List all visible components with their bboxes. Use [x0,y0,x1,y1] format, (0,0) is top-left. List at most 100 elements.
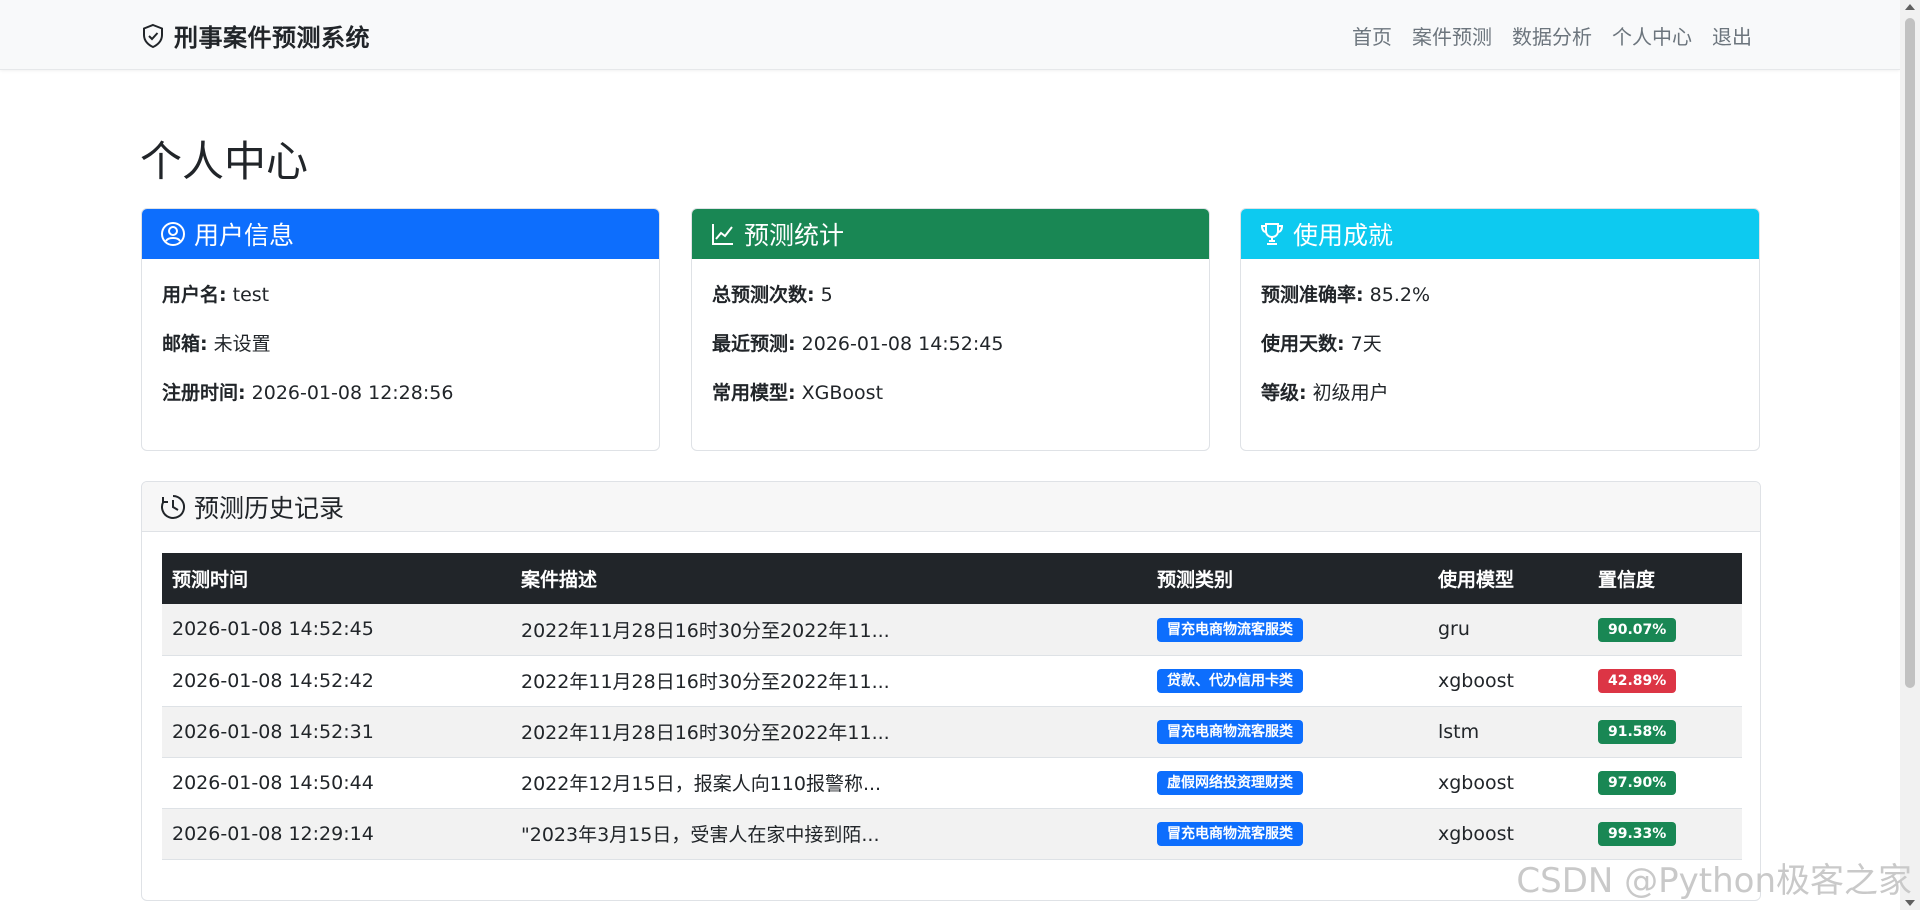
cell-confidence: 90.07% [1588,604,1742,655]
stats-row: 最近预测: 2026-01-08 14:52:45 [712,330,1189,358]
viewport: 刑事案件预测系统 首页 案件预测 数据分析 个人中心 退出 个人中心 用户信息 … [0,0,1920,910]
brand-title: 刑事案件预测系统 [174,24,370,52]
achievement-label: 等级: [1261,382,1307,404]
cell-category: 虚假网络投资理财类 [1147,757,1428,808]
achievement-value: 初级用户 [1306,382,1389,404]
info-value: 2026-01-08 12:28:56 [245,382,454,404]
nav-links: 首页 案件预测 数据分析 个人中心 退出 [1332,21,1752,50]
trophy-icon [1260,223,1284,245]
cell-model: xgboost [1438,771,1514,794]
brand[interactable]: 刑事案件预测系统 [141,18,370,53]
column-header-confidence: 置信度 [1598,569,1656,591]
stats-label: 最近预测: [712,333,796,355]
confidence-badge: 99.33% [1598,822,1677,846]
stats-body: 总预测次数: 5 最近预测: 2026-01-08 14:52:45 常用模型:… [692,259,1209,450]
cell-confidence: 99.33% [1588,808,1742,859]
stats-value: XGBoost [795,382,884,404]
user-info-body: 用户名: test 邮箱: 未设置 注册时间: 2026-01-08 12:28… [142,259,659,450]
line-chart-icon [712,224,733,245]
cell-desc: 2022年11月28日16时30分至2022年11... [521,722,890,744]
category-badge: 贷款、代办信用卡类 [1157,669,1303,693]
table-row[interactable]: 2026-01-08 14:52:42 2022年11月28日16时30分至20… [162,655,1742,706]
cell-desc: 2022年11月28日16时30分至2022年11... [521,619,890,642]
scroll-thumb[interactable] [1905,18,1915,688]
stats-value: 5 [814,284,833,306]
info-row: 注册时间: 2026-01-08 12:28:56 [162,379,639,407]
cell-category: 冒充电商物流客服类 [1147,706,1428,757]
achievements-header: 使用成就 [1241,209,1759,259]
achievement-row: 使用天数: 7天 [1261,330,1739,358]
history-table: 预测时间 案件描述 预测类别 使用模型 置信度 2026-01-08 14:52… [162,553,1742,860]
stats-row: 总预测次数: 5 [712,281,1189,309]
achievement-value: 7天 [1344,333,1382,355]
cell-time: 2026-01-08 12:29:14 [172,822,374,845]
cell-model: lstm [1438,720,1480,743]
cell-model: xgboost [1438,669,1514,692]
cell-time: 2026-01-08 14:52:45 [172,618,374,641]
history-header: 预测历史记录 [142,482,1760,532]
achievement-label: 使用天数: [1261,333,1345,355]
info-label: 用户名: [162,284,227,306]
cell-desc: 2022年11月28日16时30分至2022年11... [521,671,890,693]
category-badge: 虚假网络投资理财类 [1157,771,1303,795]
column-header-model: 使用模型 [1438,569,1515,591]
cell-time: 2026-01-08 14:50:44 [172,771,374,794]
user-info-card: 用户信息 用户名: test 邮箱: 未设置 注册时间: 2026-01-08 … [141,208,660,451]
info-row: 用户名: test [162,281,639,309]
nav-link-logout[interactable]: 退出 [1712,21,1752,50]
info-label: 注册时间: [162,382,246,404]
cell-confidence: 91.58% [1588,706,1742,757]
nav-link-home[interactable]: 首页 [1352,21,1392,50]
column-header-category: 预测类别 [1157,569,1234,591]
achievements-title: 使用成就 [1293,221,1394,250]
achievements-body: 预测准确率: 85.2% 使用天数: 7天 等级: 初级用户 [1241,259,1759,450]
history-title: 预测历史记录 [194,493,345,523]
achievement-row: 等级: 初级用户 [1261,379,1739,407]
table-row[interactable]: 2026-01-08 14:50:44 2022年12月15日，报案人向110报… [162,757,1742,808]
table-row[interactable]: 2026-01-08 14:52:45 2022年11月28日16时30分至20… [162,604,1742,655]
nav-link-predict[interactable]: 案件预测 [1412,21,1492,50]
clock-history-icon [161,494,185,519]
stats-value: 2026-01-08 14:52:45 [795,333,1004,355]
user-info-header: 用户信息 [142,209,659,259]
user-circle-icon [161,222,185,246]
category-badge: 冒充电商物流客服类 [1157,720,1303,744]
table-header-row: 预测时间 案件描述 预测类别 使用模型 置信度 [162,553,1742,604]
achievement-row: 预测准确率: 85.2% [1261,281,1739,309]
shield-icon [143,23,163,48]
category-badge: 冒充电商物流客服类 [1157,617,1303,642]
cell-confidence: 42.89% [1588,655,1742,706]
stats-card: 预测统计 总预测次数: 5 最近预测: 2026-01-08 14:52:45 … [691,208,1210,451]
cell-model: gru [1438,618,1470,641]
vertical-scrollbar[interactable] [1900,0,1920,910]
stats-title: 预测统计 [744,221,845,250]
table-row[interactable]: 2026-01-08 12:29:14 "2023年3月15日，受害人在家中接到… [162,808,1742,859]
column-header-time: 预测时间 [172,569,249,591]
info-value: 未设置 [207,333,271,355]
cell-desc: "2023年3月15日，受害人在家中接到陌... [521,824,880,846]
achievements-card: 使用成就 预测准确率: 85.2% 使用天数: 7天 等级: 初级用户 [1240,208,1760,451]
info-label: 邮箱: [162,333,208,355]
cell-confidence: 97.90% [1588,757,1742,808]
cell-desc: 2022年12月15日，报案人向110报警称... [521,773,882,795]
nav-link-profile[interactable]: 个人中心 [1612,21,1692,50]
page-title: 个人中心 [140,137,309,186]
info-row: 邮箱: 未设置 [162,330,639,358]
table-row[interactable]: 2026-01-08 14:52:31 2022年11月28日16时30分至20… [162,706,1742,757]
column-header-desc: 案件描述 [521,569,598,591]
achievement-value: 85.2% [1363,284,1431,306]
cell-category: 冒充电商物流客服类 [1147,808,1428,859]
category-badge: 冒充电商物流客服类 [1157,822,1303,846]
confidence-badge: 42.89% [1598,669,1677,693]
user-info-title: 用户信息 [194,221,295,250]
history-card: 预测历史记录 预测时间 案件描述 预测类别 使用模型 置信度 2026-01-0… [141,481,1761,901]
confidence-badge: 97.90% [1598,771,1677,795]
cell-category: 冒充电商物流客服类 [1147,604,1428,655]
confidence-badge: 90.07% [1598,617,1677,642]
scroll-up-arrow[interactable] [1905,4,1915,10]
cell-model: xgboost [1438,822,1514,845]
stats-row: 常用模型: XGBoost [712,379,1189,407]
nav-link-analysis[interactable]: 数据分析 [1512,21,1592,50]
stats-label: 总预测次数: [712,284,815,306]
cell-time: 2026-01-08 14:52:31 [172,720,374,743]
